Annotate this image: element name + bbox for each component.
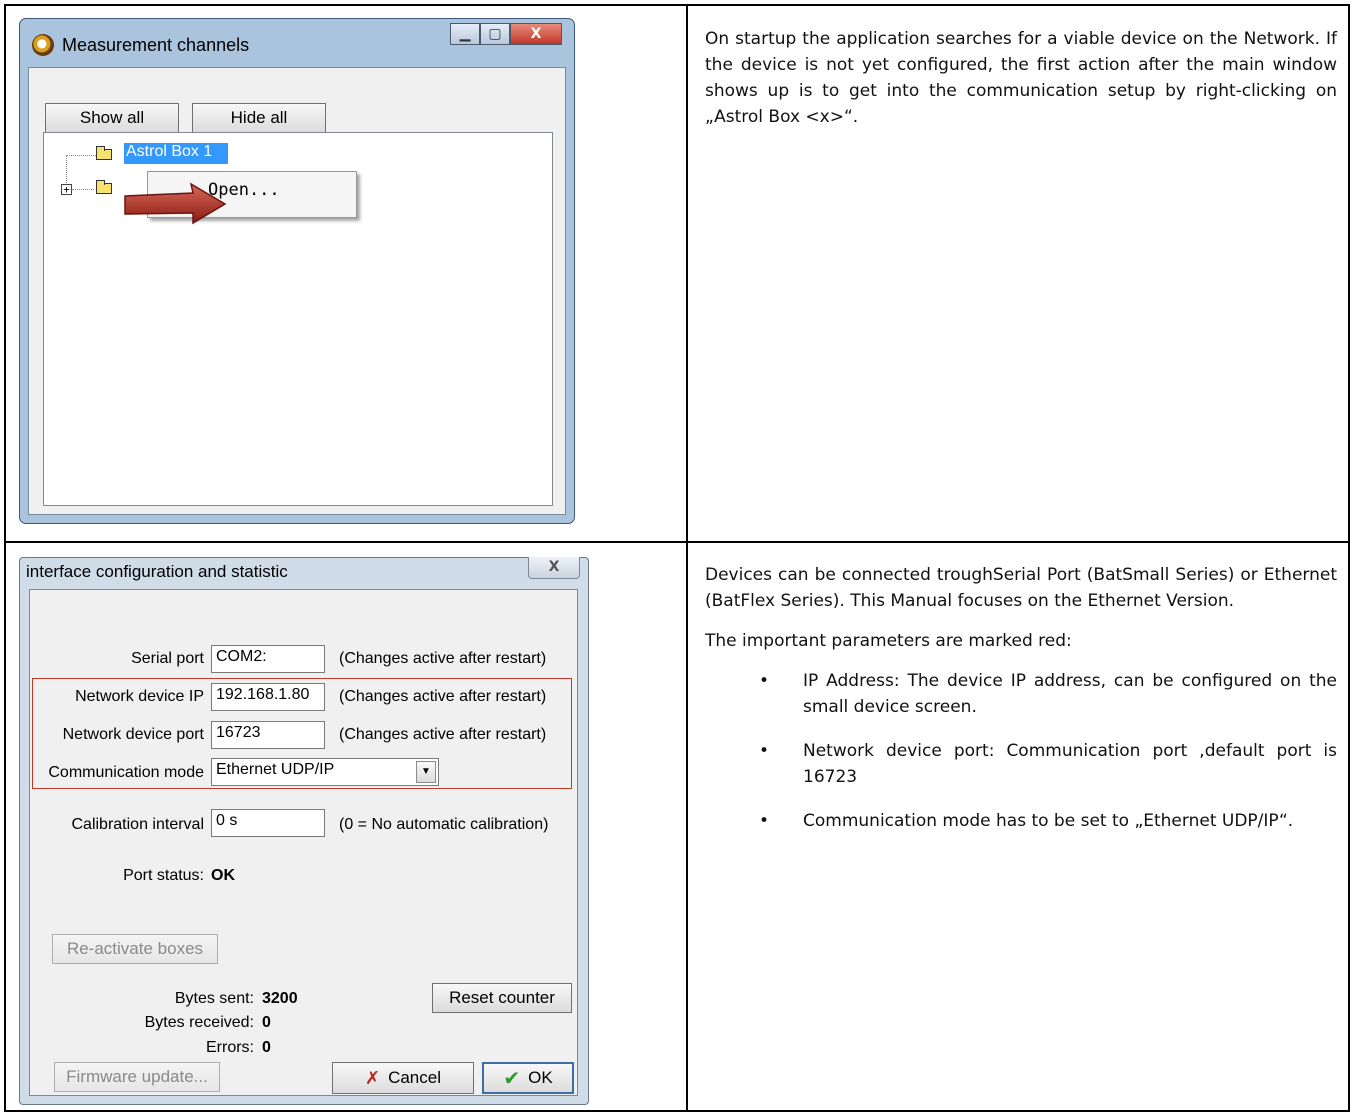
list-item: Network device port: Communication port … [759, 738, 1337, 790]
show-all-button[interactable]: Show all [45, 103, 179, 133]
table-row-divider [4, 541, 1350, 543]
paragraph: The important parameters are marked red: [705, 631, 1072, 651]
tree-connector [72, 189, 94, 190]
window-client-area: Serial port COM2: (Changes active after … [29, 589, 578, 1096]
folder-icon [96, 146, 112, 160]
folder-icon [96, 180, 112, 194]
cancel-label: Cancel [388, 1068, 441, 1087]
maximize-button[interactable]: ▢ [480, 23, 510, 45]
network-port-input[interactable]: 16723 [211, 721, 325, 749]
network-port-label: Network device port [62, 726, 204, 743]
port-status-value: OK [211, 867, 235, 884]
window-client-area: Show all Hide all Astrol Box 1 + Open... [28, 67, 566, 515]
serial-port-label: Serial port [131, 650, 204, 667]
list-item: IP Address: The device IP address, can b… [759, 668, 1337, 720]
window-titlebar: Measurement channels [32, 31, 249, 59]
bytes-received-value: 0 [262, 1014, 271, 1031]
cancel-x-icon: ✗ [364, 1067, 381, 1089]
network-ip-label: Network device IP [75, 688, 204, 705]
reactivate-boxes-button[interactable]: Re-activate boxes [52, 934, 218, 964]
tree-item-astrol-box[interactable]: Astrol Box 1 [124, 143, 228, 164]
errors-value: 0 [262, 1039, 271, 1056]
serial-port-input[interactable]: COM2: [211, 645, 325, 673]
checkmark-icon: ✔ [503, 1066, 521, 1090]
window-controls: ▁ ▢ X [450, 23, 562, 45]
list-item: Communication mode has to be set to „Eth… [759, 808, 1337, 834]
paragraph: Devices can be connected troughSerial Po… [705, 565, 1337, 611]
comm-mode-value: Ethernet UDP/IP [216, 761, 335, 778]
interface-config-window: interface configuration and statistic X … [19, 557, 589, 1105]
calibration-note: (0 = No automatic calibration) [339, 816, 549, 833]
bytes-sent-value: 3200 [262, 990, 298, 1007]
tree-connector [66, 155, 96, 156]
app-icon [32, 34, 54, 56]
description-interface: Devices can be connected troughSerial Po… [705, 562, 1337, 852]
bullet-list: IP Address: The device IP address, can b… [705, 668, 1337, 834]
port-status-label: Port status: [123, 867, 204, 884]
window-title: interface configuration and statistic [26, 562, 288, 581]
measurement-channels-window: Measurement channels ▁ ▢ X Show all Hide… [19, 18, 575, 524]
firmware-update-button[interactable]: Firmware update... [54, 1062, 220, 1092]
calibration-input[interactable]: 0 s [211, 809, 325, 837]
minimize-button[interactable]: ▁ [450, 23, 480, 45]
expand-icon[interactable]: + [61, 184, 72, 195]
comm-mode-label: Communication mode [48, 764, 204, 781]
errors-label: Errors: [206, 1039, 254, 1056]
paragraph: On startup the application searches for … [705, 29, 1337, 127]
close-button[interactable]: X [510, 23, 562, 45]
hide-all-button[interactable]: Hide all [192, 103, 326, 133]
pointer-arrow-icon [124, 182, 227, 225]
ok-label: OK [528, 1068, 553, 1087]
reset-counter-button[interactable]: Reset counter [432, 983, 572, 1013]
close-button[interactable]: X [528, 557, 580, 579]
cancel-button[interactable]: ✗ Cancel [332, 1062, 474, 1094]
comm-mode-select[interactable]: Ethernet UDP/IP ▼ [211, 758, 439, 786]
chevron-down-icon[interactable]: ▼ [416, 761, 436, 783]
bytes-received-label: Bytes received: [144, 1014, 254, 1031]
window-title: Measurement channels [62, 34, 250, 55]
table-column-divider [686, 4, 688, 1112]
network-port-note: (Changes active after restart) [339, 726, 547, 743]
description-startup: On startup the application searches for … [705, 26, 1337, 144]
network-ip-input[interactable]: 192.168.1.80 [211, 683, 325, 711]
calibration-label: Calibration interval [71, 816, 204, 833]
network-ip-note: (Changes active after restart) [339, 688, 547, 705]
serial-port-note: (Changes active after restart) [339, 650, 547, 667]
bytes-sent-label: Bytes sent: [174, 990, 254, 1007]
ok-button[interactable]: ✔ OK [482, 1062, 574, 1094]
